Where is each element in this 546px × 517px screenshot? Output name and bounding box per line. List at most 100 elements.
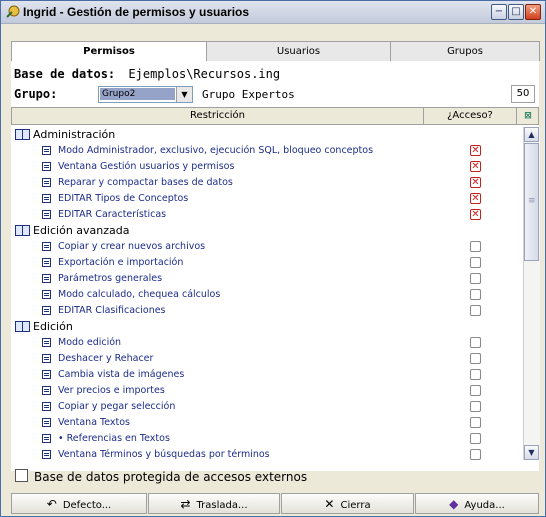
title-bar[interactable]: Ingrid - Gestión de permisos y usuarios …	[1, 1, 545, 24]
access-checkbox[interactable]	[470, 369, 481, 380]
access-checkbox[interactable]	[470, 353, 481, 364]
undo-icon: ↶	[46, 497, 57, 511]
group-label: Edición	[33, 320, 73, 333]
access-checkbox[interactable]	[470, 289, 481, 300]
transfer-icon: ⇄	[180, 497, 191, 511]
permission-label: Exportación e importación	[58, 257, 184, 268]
access-checkbox[interactable]: ✕	[470, 145, 481, 156]
group-select-value: Grupo2	[100, 88, 175, 100]
group-label: Edición avanzada	[33, 224, 130, 237]
access-checkbox[interactable]	[470, 449, 481, 460]
access-checkbox[interactable]	[470, 417, 481, 428]
restore-button[interactable]: □	[508, 4, 524, 20]
list-item-icon	[42, 386, 51, 395]
tab-grupos[interactable]: Grupos	[390, 41, 540, 61]
access-checkbox[interactable]: ✕	[470, 161, 481, 172]
cierra-button[interactable]: ✕ Cierra	[281, 493, 414, 514]
book-icon	[15, 129, 30, 140]
list-item-icon	[42, 146, 51, 155]
main-window: Ingrid - Gestión de permisos y usuarios …	[0, 0, 546, 517]
chevron-down-icon[interactable]: ▼	[176, 87, 192, 102]
list-item-icon	[42, 194, 51, 203]
permission-row[interactable]: Ventana Gestión usuarios y permisos ✕	[11, 159, 523, 175]
permission-label: Modo calculado, chequea cálculos	[58, 289, 221, 300]
tab-permisos[interactable]: Permisos	[11, 41, 207, 62]
permission-row[interactable]: EDITAR Características ✕	[11, 207, 523, 223]
list-item-icon	[42, 210, 51, 219]
group-label: Grupo:	[14, 87, 58, 101]
permission-label: • Referencias en Textos	[58, 433, 170, 444]
scroll-down-icon[interactable]: ▼	[524, 445, 539, 460]
permission-label: Copiar y pegar selección	[58, 401, 176, 412]
protect-option[interactable]: Base de datos protegida de accesos exter…	[15, 469, 307, 484]
permission-row[interactable]: Modo Administrador, exclusivo, ejecución…	[11, 143, 523, 159]
permission-label: Ventana Textos	[58, 417, 131, 428]
group-header-row: Administración	[11, 127, 523, 143]
permission-label: Cambia vista de imágenes	[58, 369, 185, 380]
list-item-icon	[42, 306, 51, 315]
access-checkbox[interactable]: ✕	[470, 177, 481, 188]
app-icon	[6, 5, 20, 18]
access-checkbox[interactable]: ✕	[470, 209, 481, 220]
permission-row[interactable]: Modo edición	[11, 335, 523, 351]
permission-row[interactable]: Ver precios e importes	[11, 383, 523, 399]
list-item-icon	[42, 258, 51, 267]
help-book-icon: ◆	[449, 497, 459, 511]
vertical-scrollbar[interactable]: ▲ ▼	[523, 127, 540, 460]
ayuda-button[interactable]: ◆ Ayuda...	[415, 493, 539, 514]
permission-row[interactable]: EDITAR Tipos de Conceptos ✕	[11, 191, 523, 207]
tab-strip: Permisos Usuarios Grupos	[11, 41, 540, 62]
scroll-thumb[interactable]	[524, 143, 539, 261]
scroll-up-icon[interactable]: ▲	[524, 127, 539, 142]
defecto-button[interactable]: ↶ Defecto...	[11, 493, 147, 514]
access-checkbox[interactable]	[470, 273, 481, 284]
access-checkbox[interactable]	[470, 257, 481, 268]
list-item-icon	[42, 178, 51, 187]
protect-label: Base de datos protegida de accesos exter…	[34, 470, 308, 484]
permission-row[interactable]: Modo calculado, chequea cálculos	[11, 287, 523, 303]
database-row: Base de datos: Ejemplos\Recursos.ing	[14, 67, 280, 81]
permissions-list: Administración Modo Administrador, exclus…	[11, 127, 523, 460]
excel-icon[interactable]: ⊠	[518, 108, 538, 124]
permission-row[interactable]: EDITAR Clasificaciones	[11, 303, 523, 319]
permission-row[interactable]: • Referencias en Textos	[11, 431, 523, 447]
column-acceso[interactable]: ¿Acceso?	[424, 108, 517, 124]
group-label: Administración	[33, 128, 116, 141]
access-checkbox[interactable]	[470, 241, 481, 252]
access-checkbox[interactable]	[470, 385, 481, 396]
permission-label: Ventana Términos y búsquedas por término…	[58, 449, 270, 460]
database-path: Ejemplos\Recursos.ing	[128, 67, 281, 81]
access-checkbox[interactable]	[470, 305, 481, 316]
traslada-button[interactable]: ⇄ Traslada...	[148, 493, 280, 514]
access-checkbox[interactable]	[470, 401, 481, 412]
permission-label: Modo Administrador, exclusivo, ejecución…	[58, 145, 374, 156]
permission-row[interactable]: Copiar y pegar selección	[11, 399, 523, 415]
access-checkbox[interactable]: ✕	[470, 193, 481, 204]
list-item-icon	[42, 242, 51, 251]
permission-row[interactable]: Parámetros generales	[11, 271, 523, 287]
permission-row[interactable]: Cambia vista de imágenes	[11, 367, 523, 383]
permission-row[interactable]: Ventana Textos	[11, 415, 523, 431]
permission-label: EDITAR Características	[58, 209, 167, 220]
permission-row[interactable]: Ventana Términos y búsquedas por término…	[11, 447, 523, 460]
close-icon: ✕	[324, 497, 335, 511]
tab-usuarios[interactable]: Usuarios	[206, 41, 391, 61]
permission-row[interactable]: Deshacer y Rehacer	[11, 351, 523, 367]
protect-checkbox[interactable]	[15, 469, 28, 482]
group-select[interactable]: Grupo2 ▼	[98, 86, 193, 103]
permission-label: EDITAR Tipos de Conceptos	[58, 193, 189, 204]
permission-count: 50	[511, 85, 535, 103]
permission-row[interactable]: Exportación e importación	[11, 255, 523, 271]
button-bar: ↶ Defecto... ⇄ Traslada... ✕ Cierra ◆ Ayuda.…	[11, 493, 539, 515]
permission-row[interactable]: Copiar y crear nuevos archivos	[11, 239, 523, 255]
access-checkbox[interactable]	[470, 433, 481, 444]
column-restriccion[interactable]: Restricción	[12, 108, 424, 124]
list-item-icon	[42, 434, 51, 443]
access-checkbox[interactable]	[470, 337, 481, 348]
database-label: Base de datos:	[14, 67, 116, 81]
group-header-row: Edición	[11, 319, 523, 335]
minimize-button[interactable]: −	[491, 4, 507, 20]
list-item-icon	[42, 290, 51, 299]
close-window-button[interactable]: ✕	[525, 4, 541, 20]
permission-row[interactable]: Reparar y compactar bases de datos ✕	[11, 175, 523, 191]
